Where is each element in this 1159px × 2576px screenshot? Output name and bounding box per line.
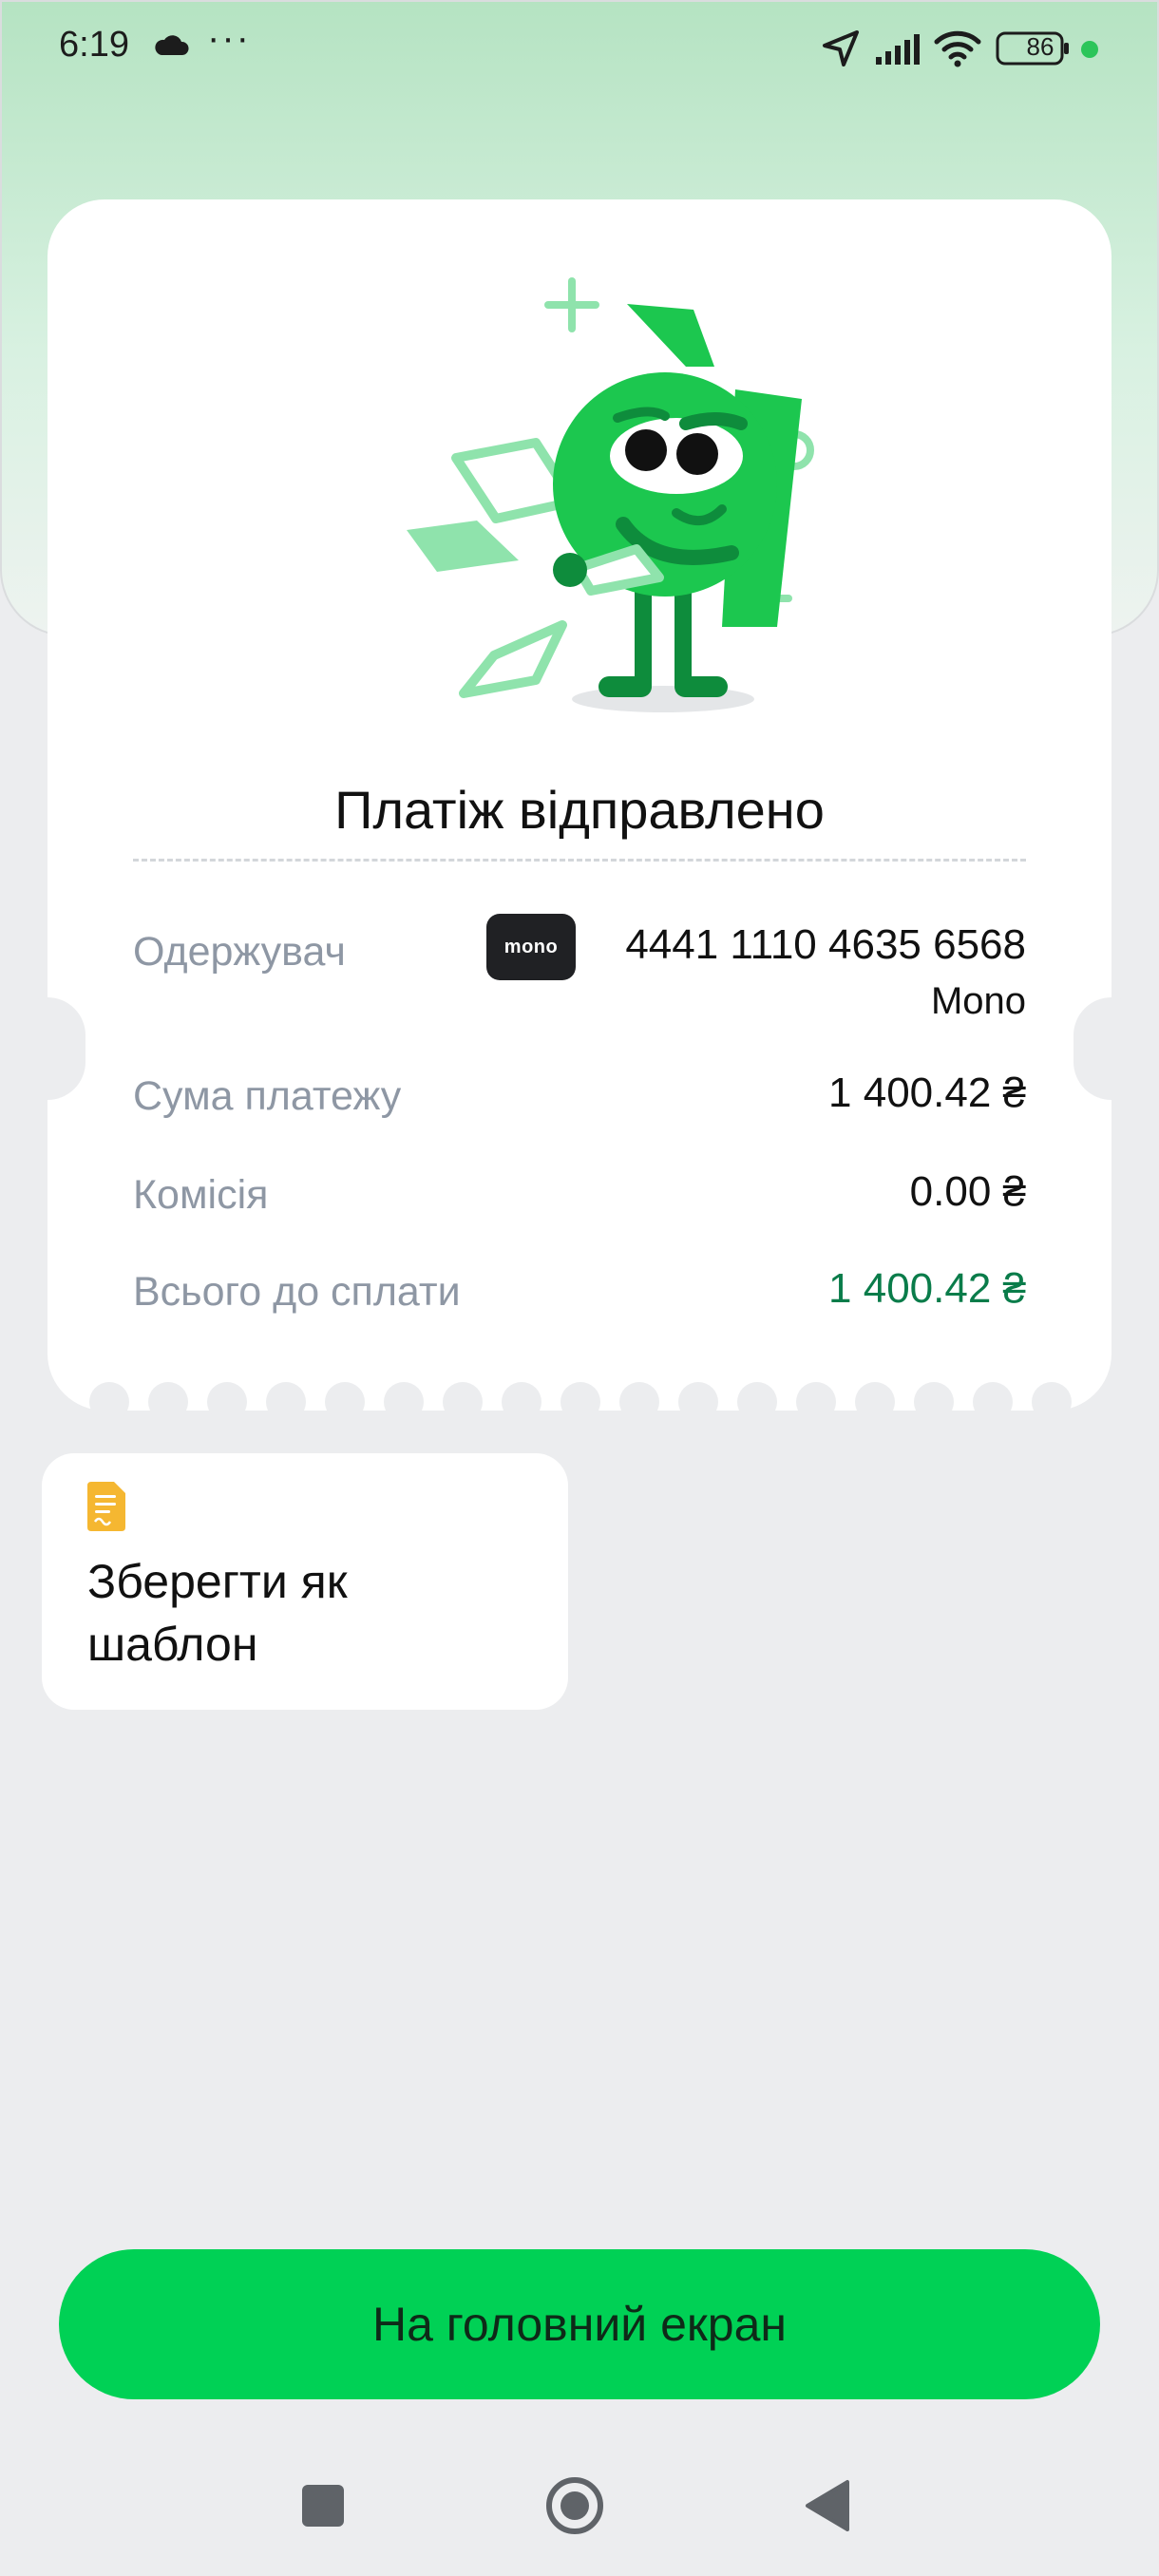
recipient-label: Одержувач bbox=[133, 929, 346, 975]
total-label: Всього до сплати bbox=[133, 1269, 461, 1315]
recipient-bank-name: Mono bbox=[930, 980, 1026, 1022]
amount-label: Сума платежу bbox=[133, 1073, 402, 1119]
receipt-card: Платіж відправлено Одержувач mono 4441 1… bbox=[10, 199, 1150, 1422]
ticket-notch-right bbox=[1074, 997, 1150, 1100]
go-home-button[interactable]: На головний екран bbox=[59, 2249, 1100, 2399]
fee-value: 0.00 ₴ bbox=[909, 1168, 1026, 1215]
status-time: 6:19 bbox=[59, 25, 129, 65]
wifi-icon bbox=[934, 30, 981, 67]
home-circle-nav-icon[interactable] bbox=[546, 2477, 603, 2534]
system-nav-bar bbox=[302, 2477, 849, 2534]
signal-icon bbox=[876, 34, 920, 65]
back-triangle-nav-icon[interactable] bbox=[806, 2480, 849, 2531]
divider bbox=[133, 859, 1026, 862]
amount-value: 1 400.42 ₴ bbox=[828, 1070, 1026, 1116]
page-title: Платіж відправлено bbox=[334, 780, 825, 840]
active-dot-icon bbox=[1081, 41, 1098, 58]
fee-label: Комісія bbox=[133, 1172, 269, 1218]
cloud-icon bbox=[155, 35, 189, 55]
more-notifications: ··· bbox=[207, 17, 251, 59]
square-nav-icon[interactable] bbox=[302, 2485, 344, 2527]
mascot-illustration bbox=[407, 277, 814, 712]
document-icon bbox=[87, 1482, 125, 1531]
save-template-label: Зберегти як шаблон bbox=[87, 1555, 348, 1671]
location-arrow-icon bbox=[823, 30, 859, 66]
total-value: 1 400.42 ₴ bbox=[828, 1265, 1026, 1312]
ticket-notch-left bbox=[10, 997, 86, 1100]
battery-level: 86 bbox=[1026, 32, 1054, 61]
recipient-card-number: 4441 1110 4635 6568 bbox=[625, 921, 1026, 968]
recipient-bank-logo: mono bbox=[486, 914, 576, 980]
ticket-scallop-edge bbox=[48, 1382, 1112, 1422]
save-template-button[interactable]: Зберегти як шаблон bbox=[42, 1453, 568, 1710]
status-bar: 6:19 ··· 86 bbox=[0, 0, 1159, 99]
